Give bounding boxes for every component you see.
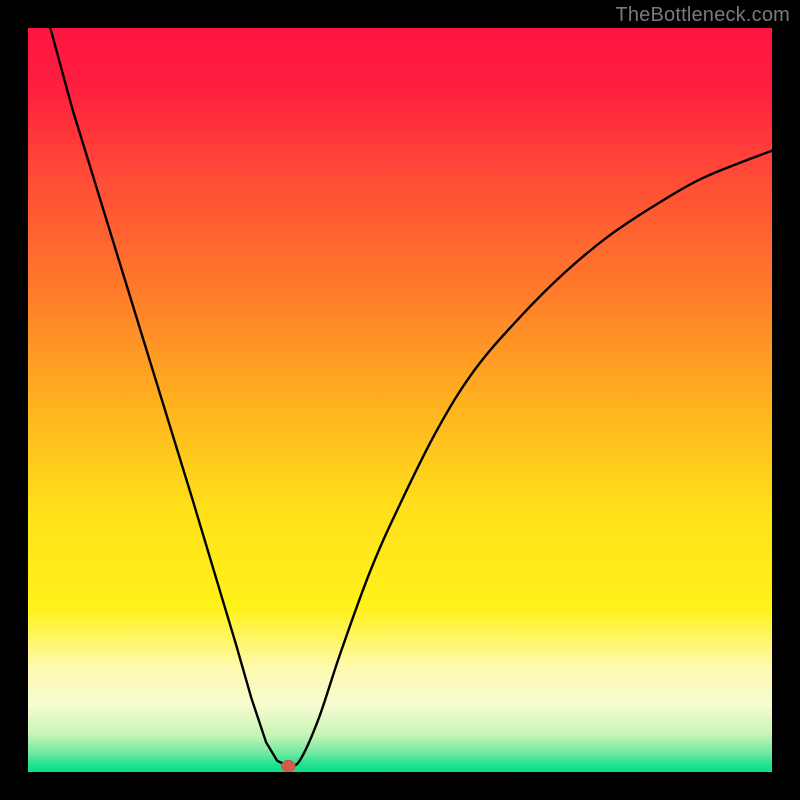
gradient-background xyxy=(28,28,772,772)
bottleneck-chart xyxy=(28,28,772,772)
watermark-label: TheBottleneck.com xyxy=(615,4,790,27)
chart-frame xyxy=(28,28,772,772)
optimal-point-marker xyxy=(281,760,295,772)
